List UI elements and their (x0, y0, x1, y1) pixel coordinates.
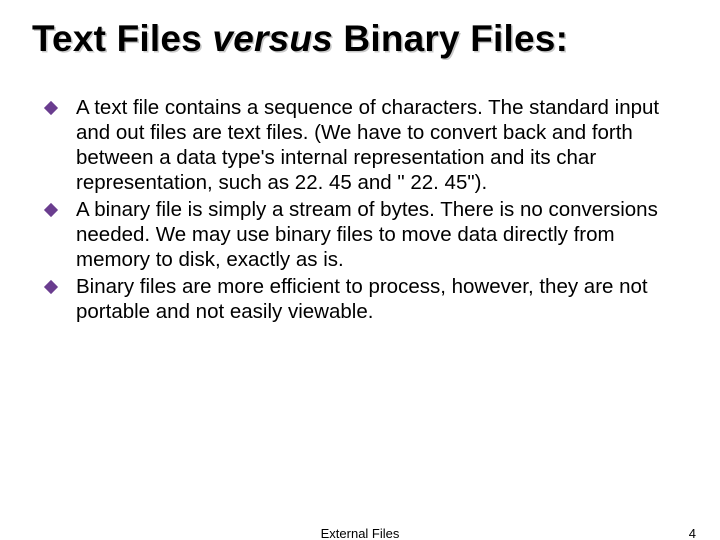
bullet-list: A text file contains a sequence of chara… (32, 95, 688, 324)
title-pre: Text Files (32, 18, 212, 59)
page-number: 4 (689, 526, 696, 540)
slide: Text Files versus Binary Files: A text f… (0, 0, 720, 540)
slide-title: Text Files versus Binary Files: (32, 18, 688, 61)
list-item: A text file contains a sequence of chara… (76, 95, 688, 195)
footer-title: External Files (321, 526, 400, 540)
title-italic: versus (212, 18, 333, 59)
title-post: Binary Files: (333, 18, 568, 59)
list-item: Binary files are more efficient to proce… (76, 274, 688, 324)
list-item: A binary file is simply a stream of byte… (76, 197, 688, 272)
